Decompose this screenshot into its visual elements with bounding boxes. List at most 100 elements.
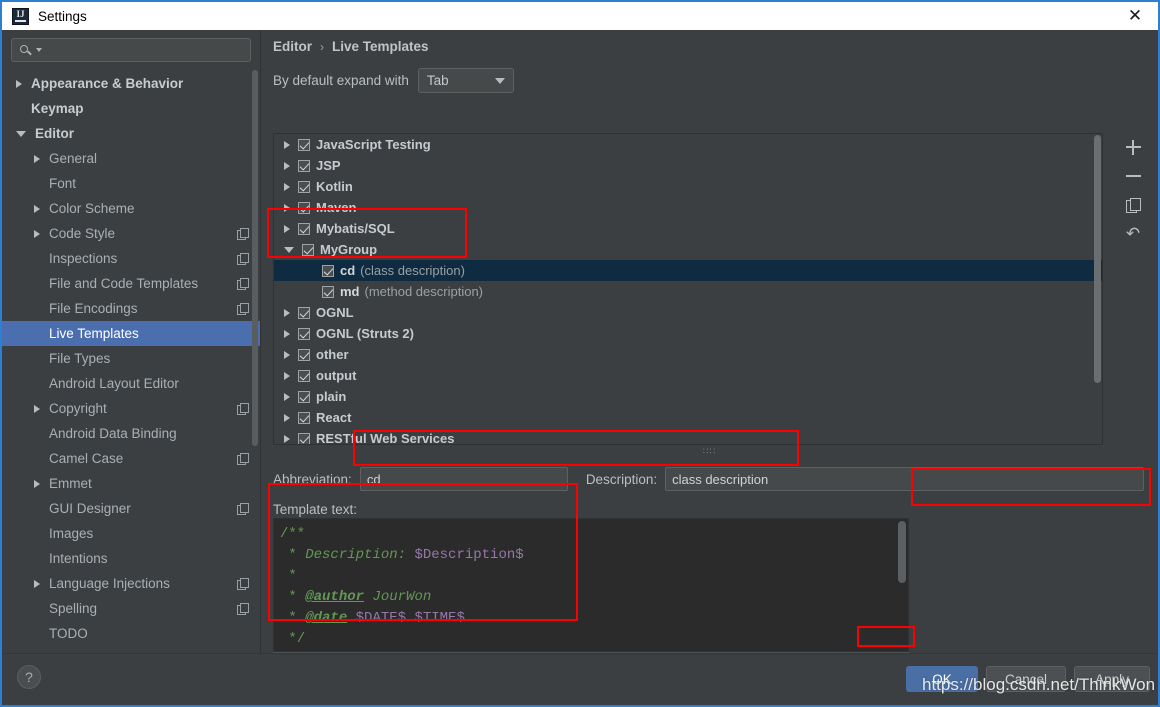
template-checkbox[interactable]: [298, 390, 310, 403]
template-checkbox[interactable]: [298, 201, 310, 214]
sidebar-item-todo[interactable]: TODO: [2, 621, 260, 646]
sidebar-item-code-style[interactable]: Code Style: [2, 221, 260, 246]
template-group-name: OGNL (Struts 2): [316, 326, 414, 341]
template-group-row[interactable]: RESTful Web Services: [274, 428, 1102, 445]
template-checkbox[interactable]: [298, 180, 310, 193]
sidebar-item-file-encodings[interactable]: File Encodings: [2, 296, 260, 321]
breadcrumb-root[interactable]: Editor: [273, 39, 312, 54]
sidebar-item-plugins[interactable]: Plugins: [2, 646, 260, 653]
editor-scrollbar[interactable]: [898, 521, 906, 583]
cancel-button[interactable]: Cancel: [986, 666, 1066, 692]
sidebar-item-label: Editor: [35, 126, 74, 141]
template-checkbox[interactable]: [322, 285, 334, 298]
search-input[interactable]: [11, 38, 251, 62]
copy-settings-icon[interactable]: [237, 603, 249, 615]
template-group-row[interactable]: JSP: [274, 155, 1102, 176]
sidebar-item-spelling[interactable]: Spelling: [2, 596, 260, 621]
sidebar-scrollbar[interactable]: [252, 70, 258, 446]
sidebar-item-editor[interactable]: Editor: [2, 121, 260, 146]
sidebar-item-label: Copyright: [49, 401, 107, 416]
sidebar-item-language-injections[interactable]: Language Injections: [2, 571, 260, 596]
apply-button[interactable]: Apply: [1074, 666, 1150, 692]
sidebar-item-general[interactable]: General: [2, 146, 260, 171]
template-group-row[interactable]: Maven: [274, 197, 1102, 218]
abbreviation-input[interactable]: cd: [359, 467, 568, 491]
template-group-list[interactable]: JavaScript Testing JSP Kotlin Maven Mybatis/…: [273, 133, 1103, 445]
remove-button[interactable]: [1118, 163, 1148, 189]
ok-button[interactable]: OK: [906, 666, 978, 692]
sidebar-item-images[interactable]: Images: [2, 521, 260, 546]
duplicate-button[interactable]: [1118, 192, 1148, 218]
template-checkbox[interactable]: [298, 222, 310, 235]
template-group-row[interactable]: OGNL (Struts 2): [274, 323, 1102, 344]
chevron-right-icon: [284, 308, 290, 317]
default-expand-select[interactable]: Tab: [417, 68, 514, 93]
sidebar-item-live-templates[interactable]: Live Templates: [2, 321, 260, 346]
template-group-row[interactable]: Kotlin: [274, 176, 1102, 197]
sidebar-item-file-and-code-templates[interactable]: File and Code Templates: [2, 271, 260, 296]
sidebar-item-android-layout-editor[interactable]: Android Layout Editor: [2, 371, 260, 396]
sidebar-item-file-types[interactable]: File Types: [2, 346, 260, 371]
template-group-row[interactable]: JavaScript Testing: [274, 134, 1102, 155]
sidebar-item-inspections[interactable]: Inspections: [2, 246, 260, 271]
description-input[interactable]: class description: [665, 467, 814, 491]
editor-token-comment-plain: /**: [280, 526, 306, 542]
breadcrumb-separator-icon: ›: [320, 39, 324, 54]
template-checkbox[interactable]: [322, 264, 334, 277]
sidebar-item-copyright[interactable]: Copyright: [2, 396, 260, 421]
editor-line: * @author JourWon: [280, 587, 908, 608]
default-expand-label: By default expand with: [273, 73, 409, 88]
copy-settings-icon[interactable]: [237, 253, 249, 265]
template-group-row[interactable]: output: [274, 365, 1102, 386]
sidebar-item-appearance-behavior[interactable]: Appearance & Behavior: [2, 71, 260, 96]
template-row[interactable]: md (method description): [274, 281, 1102, 302]
template-checkbox[interactable]: [298, 432, 310, 444]
sidebar-item-intentions[interactable]: Intentions: [2, 546, 260, 571]
description-value: class description: [672, 471, 769, 487]
editor-token-comment-plain: *: [280, 610, 306, 626]
template-list-scrollbar[interactable]: [1094, 135, 1101, 383]
template-checkbox[interactable]: [298, 138, 310, 151]
copy-settings-icon[interactable]: [237, 228, 249, 240]
copy-settings-icon[interactable]: [237, 453, 249, 465]
sidebar-item-camel-case[interactable]: Camel Case: [2, 446, 260, 471]
sidebar-item-keymap[interactable]: Keymap: [2, 96, 260, 121]
chevron-right-icon: [284, 413, 290, 422]
template-text-editor[interactable]: /** * Description: $Description$ * * @au…: [273, 518, 909, 652]
sidebar-item-emmet[interactable]: Emmet: [2, 471, 260, 496]
sidebar-item-android-data-binding[interactable]: Android Data Binding: [2, 421, 260, 446]
sidebar-item-label: Appearance & Behavior: [31, 76, 184, 91]
add-button[interactable]: [1118, 134, 1148, 160]
template-checkbox[interactable]: [298, 327, 310, 340]
sidebar-item-color-scheme[interactable]: Color Scheme: [2, 196, 260, 221]
close-icon[interactable]: ✕: [1112, 2, 1158, 30]
template-group-name: RESTful Web Services: [316, 431, 455, 445]
template-group-row[interactable]: Mybatis/SQL: [274, 218, 1102, 239]
template-group-row[interactable]: plain: [274, 386, 1102, 407]
copy-settings-icon[interactable]: [237, 303, 249, 315]
template-row[interactable]: cd (class description): [274, 260, 1102, 281]
sidebar-item-label: TODO: [49, 626, 88, 641]
template-group-row[interactable]: MyGroup: [274, 239, 1102, 260]
copy-settings-icon[interactable]: [237, 403, 249, 415]
settings-dialog: Settings ✕ Appearance & Behavior Keymap Ed…: [0, 0, 1160, 707]
revert-button[interactable]: ↶: [1118, 221, 1148, 247]
template-group-row[interactable]: OGNL: [274, 302, 1102, 323]
sidebar-item-gui-designer[interactable]: GUI Designer: [2, 496, 260, 521]
chevron-right-icon: [284, 224, 290, 233]
template-checkbox[interactable]: [298, 348, 310, 361]
template-checkbox[interactable]: [302, 243, 314, 256]
template-checkbox[interactable]: [298, 159, 310, 172]
description-input-extension[interactable]: [813, 467, 1144, 491]
copy-settings-icon[interactable]: [237, 278, 249, 290]
copy-settings-icon[interactable]: [237, 503, 249, 515]
panel-splitter[interactable]: ∷∷: [703, 446, 716, 457]
template-checkbox[interactable]: [298, 411, 310, 424]
sidebar-item-font[interactable]: Font: [2, 171, 260, 196]
template-group-row[interactable]: React: [274, 407, 1102, 428]
help-button[interactable]: ?: [17, 665, 41, 689]
template-checkbox[interactable]: [298, 369, 310, 382]
copy-settings-icon[interactable]: [237, 578, 249, 590]
template-group-row[interactable]: other: [274, 344, 1102, 365]
template-checkbox[interactable]: [298, 306, 310, 319]
